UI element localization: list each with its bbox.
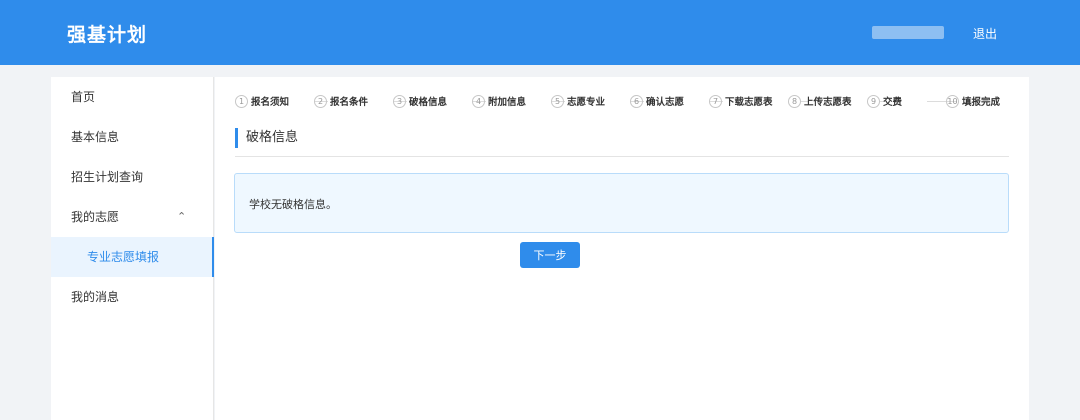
step-progress: 1 报名须知 2 报名条件 3 破格信息 4 附加信息 5 志愿专业 6 确认志… xyxy=(235,94,1009,108)
step-number: 4 xyxy=(472,94,485,108)
step-label: 上传志愿表 xyxy=(804,97,852,108)
step-number: 7 xyxy=(709,94,722,108)
divider xyxy=(235,156,1009,157)
step-8: 8 上传志愿表 xyxy=(788,94,852,108)
sidebar-item-label: 专业志愿填报 xyxy=(87,250,160,264)
step-6: 6 确认志愿 xyxy=(630,94,684,108)
logout-link[interactable]: 退出 xyxy=(973,25,997,42)
step-number: 6 xyxy=(630,94,643,108)
step-number: 1 xyxy=(235,94,248,108)
step-label: 确认志愿 xyxy=(646,97,685,108)
app-title: 强基计划 xyxy=(67,24,148,46)
step-label: 下载志愿表 xyxy=(725,97,773,108)
sidebar-item-label: 我的消息 xyxy=(71,290,120,304)
step-number: 8 xyxy=(788,94,801,108)
step-9: 9 交费 xyxy=(867,94,902,108)
sidebar-item-major-wish-fill[interactable]: 专业志愿填报 xyxy=(51,237,214,277)
step-number: 3 xyxy=(393,94,406,108)
step-1: 1 报名须知 xyxy=(235,94,289,108)
info-text: 学校无破格信息。 xyxy=(249,198,337,211)
step-number: 2 xyxy=(314,94,327,108)
step-label: 报名条件 xyxy=(330,97,369,108)
step-2: 2 报名条件 xyxy=(314,94,368,108)
sidebar-item-home[interactable]: 首页 xyxy=(51,77,214,117)
step-7: 7 下载志愿表 xyxy=(709,94,773,108)
step-number: 9 xyxy=(867,94,880,108)
step-label: 附加信息 xyxy=(488,97,527,108)
top-header: 强基计划 退出 xyxy=(0,0,1080,65)
step-label: 报名须知 xyxy=(251,97,290,108)
username-blurred xyxy=(872,26,944,39)
sidebar-item-my-wishes[interactable]: 我的志愿 ⌃ xyxy=(51,197,214,237)
step-3: 3 破格信息 xyxy=(393,94,447,108)
step-10: 10 填报完成 xyxy=(946,94,1000,108)
step-label: 破格信息 xyxy=(409,97,448,108)
main-panel: 1 报名须知 2 报名条件 3 破格信息 4 附加信息 5 志愿专业 6 确认志… xyxy=(215,77,1029,420)
step-label: 志愿专业 xyxy=(567,97,606,108)
next-step-button[interactable]: 下一步 xyxy=(520,242,580,268)
sidebar-item-label: 基本信息 xyxy=(71,130,120,144)
sidebar-item-messages[interactable]: 我的消息 xyxy=(51,277,214,317)
step-label: 交费 xyxy=(883,97,903,108)
step-5: 5 志愿专业 xyxy=(551,94,605,108)
step-number: 10 xyxy=(946,94,959,108)
sidebar-item-plan-query[interactable]: 招生计划查询 xyxy=(51,157,214,197)
step-label: 填报完成 xyxy=(962,97,1001,108)
sidebar-item-basic-info[interactable]: 基本信息 xyxy=(51,117,214,157)
step-4: 4 附加信息 xyxy=(472,94,526,108)
sidebar-item-label: 我的志愿 xyxy=(71,210,120,224)
sidebar: 首页 基本信息 招生计划查询 我的志愿 ⌃ 专业志愿填报 我的消息 xyxy=(51,77,214,420)
section-title: 破格信息 xyxy=(235,128,298,148)
info-box: 学校无破格信息。 xyxy=(234,173,1009,233)
sidebar-item-label: 首页 xyxy=(71,90,96,104)
sidebar-item-label: 招生计划查询 xyxy=(71,170,144,184)
chevron-up-icon: ⌃ xyxy=(177,210,187,223)
step-number: 5 xyxy=(551,94,564,108)
